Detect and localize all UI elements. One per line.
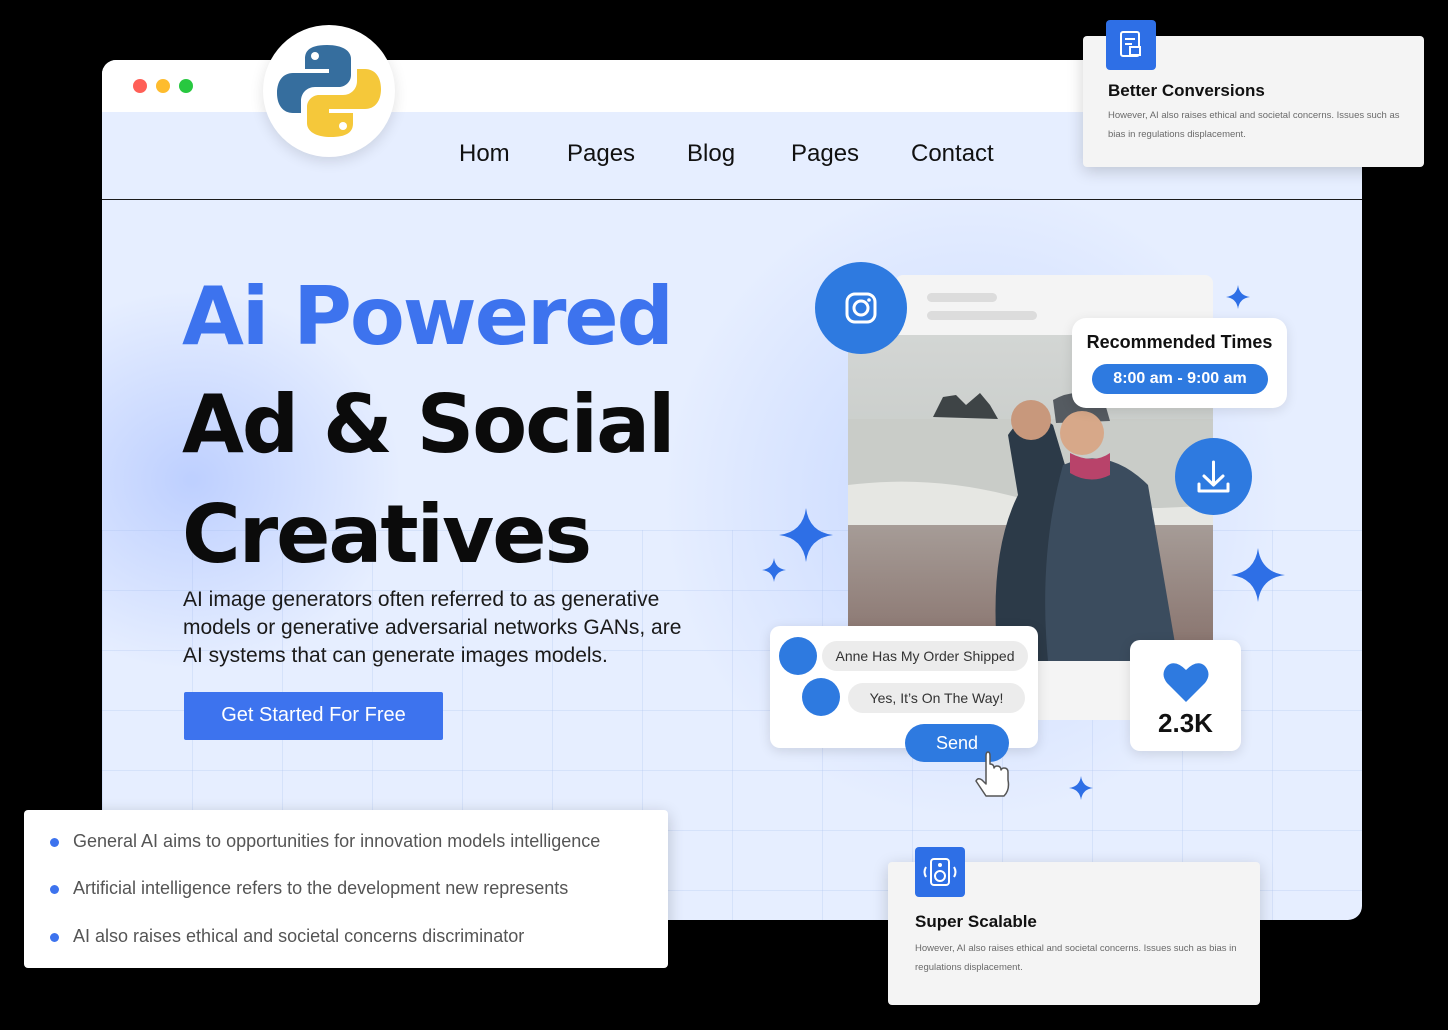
feature-description: However, AI also raises ethical and soci…	[1108, 110, 1400, 140]
sparkle-icon	[779, 508, 833, 562]
instagram-icon	[845, 292, 877, 324]
feature-title: Better Conversions	[1108, 81, 1265, 100]
window-close-button[interactable]	[133, 79, 147, 93]
window-minimize-button[interactable]	[156, 79, 170, 93]
bullet-dot	[50, 885, 59, 894]
feature-description: However, AI also raises ethical and soci…	[915, 943, 1237, 973]
chat-message: Yes, It’s On The Way!	[848, 683, 1025, 713]
download-button[interactable]	[1175, 438, 1252, 515]
get-started-button[interactable]: Get Started For Free	[184, 692, 443, 740]
instagram-badge[interactable]	[815, 262, 907, 354]
hero-description: AI image generators often referred to as…	[183, 588, 682, 667]
nav-item-hom[interactable]: Hom	[459, 140, 510, 168]
recommended-time-pill[interactable]: 8:00 am - 9:00 am	[1092, 364, 1268, 394]
nav-item-blog[interactable]: Blog	[687, 140, 735, 168]
feature-card-super-scalable: Super Scalable However, AI also raises e…	[888, 847, 1260, 1005]
recommended-times-title: Recommended Times	[1086, 332, 1273, 352]
chat-avatar	[802, 678, 840, 716]
sparkle-icon	[762, 558, 786, 582]
likes-count: 2.3K	[1158, 708, 1213, 738]
sparkle-icon	[1069, 776, 1093, 800]
feature-card-better-conversions: Better Conversions However, AI also rais…	[1083, 20, 1424, 167]
post-header-line	[927, 311, 1037, 320]
speaker-icon	[915, 847, 965, 897]
hero-title-line3: Creatives	[182, 488, 592, 581]
document-edit-icon	[1106, 20, 1156, 70]
post-header-line	[927, 293, 997, 302]
list-item-text: Artificial intelligence refers to the de…	[73, 878, 569, 898]
nav-item-pages-2[interactable]: Pages	[791, 140, 859, 168]
sparkle-icon	[1231, 548, 1285, 602]
pointer-hand-icon	[975, 751, 1010, 797]
list-item-text: General AI aims to opportunities for inn…	[73, 831, 601, 851]
hero-title-line1: Ai Powered	[182, 270, 674, 363]
chat-message: Anne Has My Order Shipped	[822, 641, 1028, 671]
list-item-text: AI also raises ethical and societal conc…	[73, 926, 525, 946]
recommended-times-card: Recommended Times 8:00 am - 9:00 am	[1072, 318, 1287, 408]
window-maximize-button[interactable]	[179, 79, 193, 93]
chat-avatar	[779, 637, 817, 675]
python-logo-badge	[263, 25, 395, 157]
nav-item-contact[interactable]: Contact	[911, 140, 994, 168]
bullet-list-card: General AI aims to opportunities for inn…	[24, 810, 668, 968]
feature-title: Super Scalable	[915, 912, 1037, 931]
hero-title-line2: Ad & Social	[182, 378, 675, 471]
python-logo-icon	[277, 45, 381, 137]
bullet-dot	[50, 838, 59, 847]
download-icon	[1197, 460, 1230, 493]
heart-icon	[1163, 663, 1209, 702]
nav-item-pages[interactable]: Pages	[567, 140, 635, 168]
likes-card: 2.3K	[1130, 640, 1241, 751]
bullet-dot	[50, 933, 59, 942]
sparkle-icon	[1226, 285, 1250, 309]
